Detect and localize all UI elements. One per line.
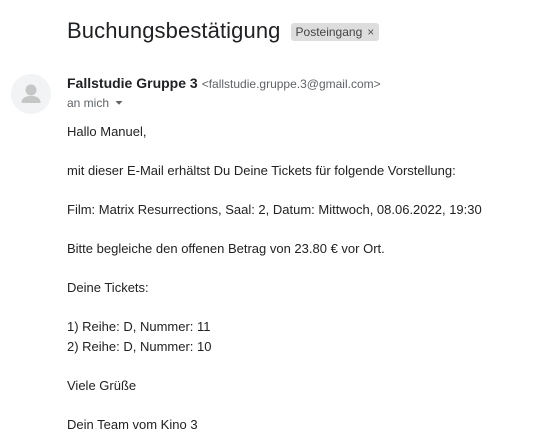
closing: Viele Grüße (67, 378, 137, 393)
label-chip-text: Posteingang (295, 25, 363, 39)
tickets-heading: Deine Tickets: (67, 280, 149, 295)
caret-down-icon (115, 101, 123, 105)
greeting: Hallo Manuel, (67, 124, 147, 139)
sender-avatar[interactable] (11, 74, 51, 114)
subject-header: Buchungsbestätigung Posteingang × (67, 17, 380, 45)
show-details-button[interactable] (114, 98, 124, 108)
payment-note: Bitte begleiche den offenen Betrag von 2… (67, 241, 385, 256)
recipient-row: an mich (67, 96, 124, 110)
intro-text: mit dieser E-Mail erhältst Du Deine Tick… (67, 163, 456, 178)
sender-email: <fallstudie.gruppe.3@gmail.com> (201, 77, 381, 91)
email-subject: Buchungsbestätigung (67, 18, 281, 43)
recipient-text: an mich (67, 96, 110, 110)
remove-label-icon[interactable]: × (367, 25, 374, 39)
ticket-item: 1) Reihe: D, Nummer: 11 (67, 319, 211, 334)
sender-info: Fallstudie Gruppe 3 <fallstudie.gruppe.3… (67, 75, 381, 91)
sender-name[interactable]: Fallstudie Gruppe 3 (67, 75, 198, 91)
person-icon (21, 84, 41, 103)
label-chip-inbox[interactable]: Posteingang × (290, 23, 380, 41)
film-details: Film: Matrix Resurrections, Saal: 2, Dat… (67, 202, 482, 217)
ticket-item: 2) Reihe: D, Nummer: 10 (67, 339, 212, 354)
signature: Dein Team vom Kino 3 (67, 417, 198, 432)
